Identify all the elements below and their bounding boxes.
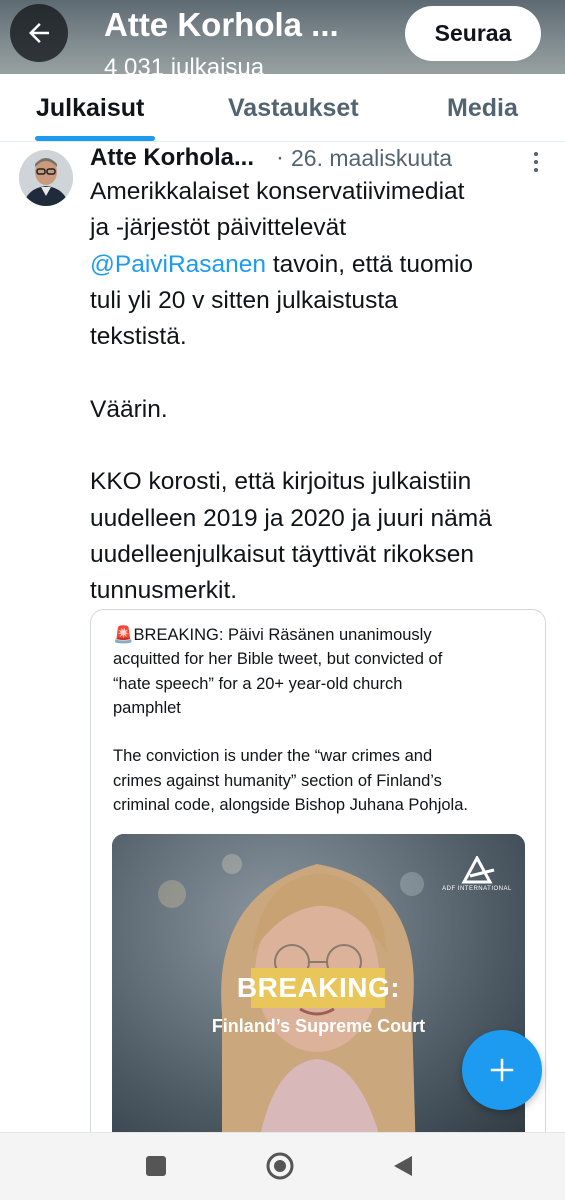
arrow-left-icon [29,23,49,43]
post-count: 4 031 julkaisua [104,54,265,74]
circle-home-icon [266,1152,294,1180]
home-button[interactable] [265,1151,295,1181]
quoted-post-text: 🚨BREAKING: Päivi Räsänen unanimously acq… [113,623,533,817]
adf-logo-text: ADF INTERNATIONAL [442,886,512,892]
quote-line: The conviction is under the “war crimes … [113,747,433,766]
quote-line-text: BREAKING: Päivi Räsänen unanimously [133,626,432,644]
mention-link[interactable]: @PaiviRasanen [90,251,266,278]
more-options-button[interactable] [526,150,546,174]
post-date[interactable]: 26. maaliskuuta [291,145,452,172]
separator-dot: · [276,144,284,171]
post-line-rest: tavoin, että tuomio [266,250,474,278]
image-caption: Finland’s Supreme Court [211,1016,426,1036]
profile-tabs: Julkaisut Vastaukset Media [0,74,565,142]
active-tab-indicator [35,136,155,141]
post-line: tuli yli 20 v sitten julkaistusta [90,286,398,314]
recents-button[interactable] [141,1151,171,1181]
post-line: tekstistä. [90,323,187,351]
quote-line: acquitted for her Bible tweet, but convi… [113,650,443,669]
tab-julkaisut[interactable]: Julkaisut [36,94,144,123]
tab-media[interactable]: Media [447,94,518,123]
post-line: KKO korosti, että kirjoitus julkaistiin [90,468,472,496]
post-line: Amerikkalaiset konservatiivimediat [90,178,465,205]
breaking-label: BREAKING: [236,972,401,1003]
quote-line: “hate speech” for a 20+ year-old church [113,674,403,693]
avatar-image [19,150,73,206]
quote-line: criminal code, alongside Bishop Juhana P… [113,796,468,815]
siren-icon: 🚨 [113,626,134,644]
quote-line: crimes against humanity” section of Finl… [113,771,442,790]
square-recents-icon [146,1156,166,1176]
profile-title: Atte Korhola ... [104,6,339,43]
author-name[interactable]: Atte Korhola... [90,144,254,172]
quote-line: pamphlet [113,698,181,717]
follow-button[interactable]: Seuraa [405,6,541,61]
system-navigation-bar [0,1132,565,1200]
compose-button[interactable] [462,1030,542,1110]
post-line: Väärin. [90,395,168,423]
triangle-back-icon [394,1156,412,1176]
plus-icon [490,1058,514,1082]
post-line: ja -järjestöt päivittelevät [90,214,347,242]
tab-vastaukset[interactable]: Vastaukset [228,94,359,123]
quote-line: 🚨BREAKING: Päivi Räsänen unanimously [113,623,533,647]
post-line: tunnusmerkit. [90,577,238,605]
profile-header: Atte Korhola ... 4 031 julkaisua Seuraa [0,0,565,74]
quoted-post[interactable]: 🚨BREAKING: Päivi Räsänen unanimously acq… [90,609,546,1200]
back-nav-button[interactable] [388,1151,418,1181]
adf-logo: ADF INTERNATIONAL [432,854,522,896]
post-line: uudelleen 2019 ja 2020 ja juuri nämä [90,504,492,532]
post-line: @PaiviRasanen tavoin, että tuomio [90,247,560,283]
back-button[interactable] [10,4,68,62]
post-text: Amerikkalaiset konservatiivimediat ja -j… [90,174,560,610]
post-line: uudelleenjulkaisut täyttivät rikoksen [90,540,475,568]
more-vertical-icon [534,152,538,172]
avatar[interactable] [19,150,73,206]
